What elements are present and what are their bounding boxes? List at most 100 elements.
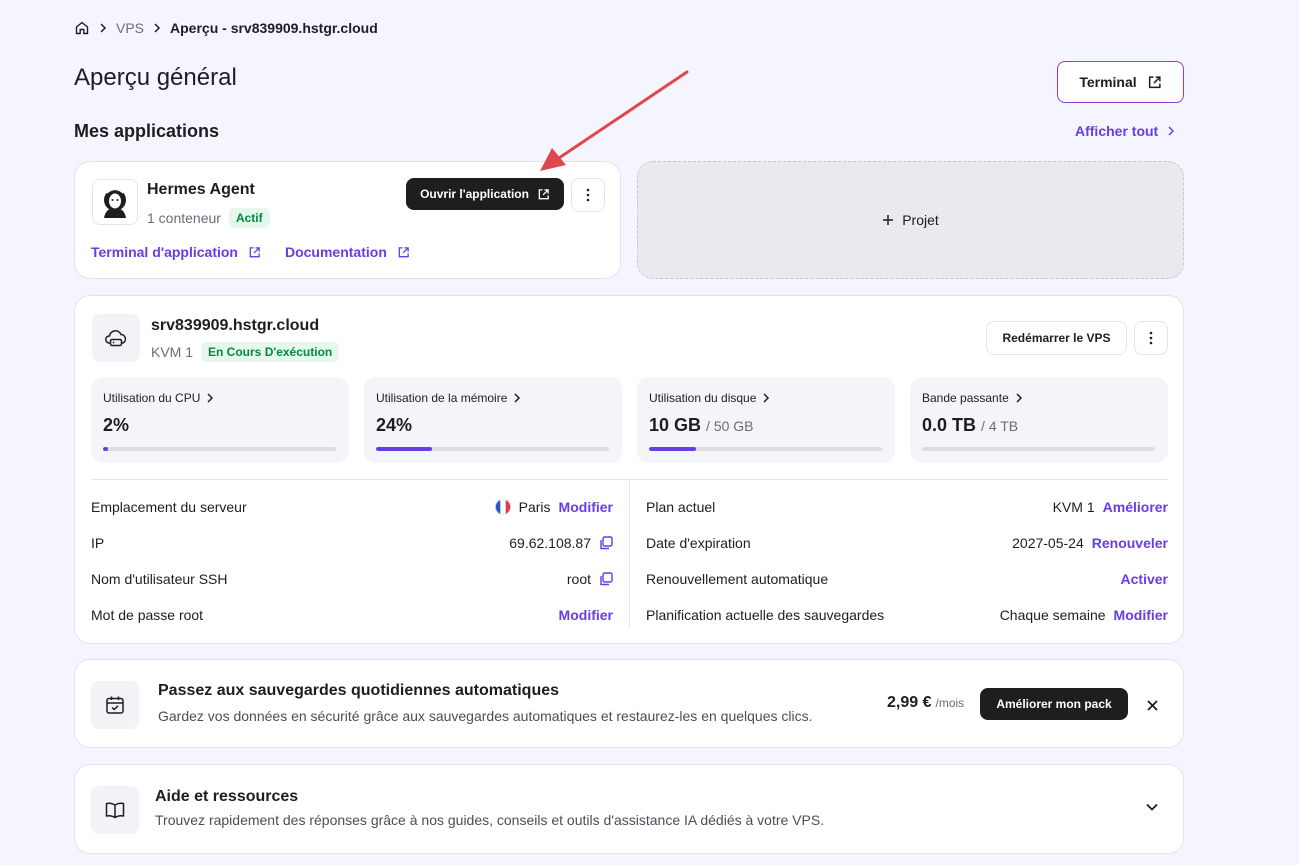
ip-label: IP [91, 535, 105, 551]
change-backup-link[interactable]: Modifier [1114, 607, 1168, 623]
app-logo [92, 179, 138, 225]
add-project-label: Projet [902, 212, 939, 228]
show-all-link[interactable]: Afficher tout [1075, 123, 1176, 139]
ip-row: IP 69.62.108.87 [91, 531, 613, 555]
metric-value: 10 GB [649, 415, 702, 435]
backup-schedule-label: Planification actuelle des sauvegardes [646, 607, 885, 623]
renew-link[interactable]: Renouveler [1092, 535, 1168, 551]
change-password-link[interactable]: Modifier [559, 607, 613, 623]
memory-usage-fill [376, 447, 432, 451]
app-links: Terminal d'application Documentation [91, 244, 410, 260]
bandwidth-label: Bande passante [922, 391, 1023, 405]
app-terminal-label: Terminal d'application [91, 244, 238, 260]
app-meta: 1 conteneur Actif [147, 208, 270, 228]
app-more-button[interactable] [571, 178, 605, 212]
backup-upsell-banner: Passez aux sauvegardes quotidiennes auto… [74, 659, 1184, 748]
plan-label: Plan actuel [646, 499, 716, 515]
copy-icon[interactable] [599, 536, 613, 550]
app-terminal-link[interactable]: Terminal d'application [91, 244, 261, 260]
app-card: Hermes Agent 1 conteneur Actif Ouvrir l'… [74, 161, 621, 279]
upsell-title: Passez aux sauvegardes quotidiennes auto… [158, 682, 560, 699]
documentation-label: Documentation [284, 244, 387, 260]
server-meta: KVM 1 En Cours D'exécution [151, 342, 340, 362]
auto-renew-label: Renouvellement automatique [646, 571, 829, 587]
restart-vps-button[interactable]: Redémarrer le VPS [986, 321, 1127, 355]
terminal-button-label: Terminal [1079, 74, 1137, 90]
memory-usage-bar [376, 447, 609, 451]
container-count: 1 conteneur [147, 210, 221, 226]
calendar-check-icon [91, 681, 139, 729]
close-icon[interactable] [1140, 693, 1164, 717]
disk-usage-card[interactable]: Utilisation du disque 10 GB / 50 GB [637, 377, 895, 463]
location-label: Emplacement du serveur [91, 499, 247, 515]
upsell-description: Gardez vos données en sécurité grâce aux… [158, 708, 813, 724]
divider [629, 481, 630, 627]
breadcrumb-vps[interactable]: VPS [116, 20, 144, 36]
expiration-label: Date d'expiration [646, 535, 751, 551]
chevron-down-icon[interactable] [1145, 800, 1159, 814]
backup-schedule-value: Chaque semaine [999, 607, 1106, 623]
add-project-card[interactable]: Projet [637, 161, 1184, 279]
home-icon[interactable] [74, 20, 90, 36]
status-badge: Actif [228, 208, 270, 228]
metric-total: / 4 TB [981, 418, 1019, 434]
server-status-badge: En Cours D'exécution [201, 342, 340, 362]
disk-usage-label: Utilisation du disque [649, 391, 770, 405]
show-all-label: Afficher tout [1075, 123, 1159, 139]
help-resources-card[interactable]: Aide et ressources Trouvez rapidement de… [74, 764, 1184, 854]
metric-label: Bande passante [922, 391, 1009, 405]
cpu-usage-card[interactable]: Utilisation du CPU 2% [91, 377, 349, 463]
plan-row: Plan actuel KVM 1 Améliorer [646, 495, 1168, 519]
upgrade-plan-link[interactable]: Améliorer [1103, 499, 1168, 515]
chevron-right-icon [98, 23, 108, 33]
copy-icon[interactable] [599, 572, 613, 586]
expiration-row: Date d'expiration 2027-05-24 Renouveler [646, 531, 1168, 555]
bandwidth-card[interactable]: Bande passante 0.0 TB / 4 TB [910, 377, 1168, 463]
ssh-user-label: Nom d'utilisateur SSH [91, 571, 228, 587]
external-link-icon [537, 188, 550, 201]
enable-auto-renew-link[interactable]: Activer [1121, 571, 1168, 587]
disk-usage-fill [649, 447, 696, 451]
bandwidth-value: 0.0 TB / 4 TB [922, 415, 1018, 436]
auto-renew-row: Renouvellement automatique Activer [646, 567, 1168, 591]
help-description: Trouvez rapidement des réponses grâce à … [155, 812, 825, 828]
chevron-right-icon [152, 23, 162, 33]
cpu-usage-value: 2% [103, 415, 129, 436]
location-row: Emplacement du serveur Paris Modifier [91, 495, 613, 519]
change-location-link[interactable]: Modifier [559, 499, 613, 515]
metric-label: Utilisation du CPU [103, 391, 201, 405]
memory-usage-value: 24% [376, 415, 412, 436]
france-flag-icon [494, 499, 511, 515]
server-details-left: Emplacement du serveur Paris Modifier IP… [91, 495, 613, 627]
upsell-price: 2,99 € /mois [887, 694, 964, 712]
cpu-usage-fill [103, 447, 108, 451]
server-details-right: Plan actuel KVM 1 Améliorer Date d'expir… [646, 495, 1168, 627]
upgrade-pack-button[interactable]: Améliorer mon pack [980, 688, 1128, 720]
open-app-button[interactable]: Ouvrir l'application [406, 178, 564, 210]
disk-usage-value: 10 GB / 50 GB [649, 415, 754, 436]
cpu-usage-label: Utilisation du CPU [103, 391, 214, 405]
ssh-user-value: root [566, 571, 591, 587]
server-more-button[interactable] [1134, 321, 1168, 355]
help-title: Aide et ressources [155, 788, 299, 805]
more-vertical-icon [586, 188, 590, 202]
bandwidth-bar [922, 447, 1155, 451]
metric-total: / 50 GB [706, 418, 754, 434]
metric-value: 0.0 TB [922, 415, 977, 435]
memory-usage-card[interactable]: Utilisation de la mémoire 24% [364, 377, 622, 463]
documentation-link[interactable]: Documentation [285, 244, 410, 260]
terminal-button[interactable]: Terminal [1057, 61, 1184, 103]
apps-section-title: Mes applications [74, 121, 220, 141]
price-value: 2,99 € [887, 694, 932, 711]
external-link-icon [1147, 75, 1162, 90]
backup-schedule-row: Planification actuelle des sauvegardes C… [646, 603, 1168, 627]
metric-value: 2% [103, 415, 130, 435]
plan-value: KVM 1 [1052, 499, 1095, 515]
expiration-value: 2027-05-24 [1012, 535, 1084, 551]
metric-label: Utilisation de la mémoire [376, 391, 508, 405]
open-app-label: Ouvrir l'application [420, 187, 529, 201]
page-title: Aperçu général [74, 64, 237, 91]
breadcrumb-current: Aperçu - srv839909.hstgr.cloud [170, 20, 378, 36]
price-period: /mois [935, 696, 965, 710]
divider [92, 479, 1168, 480]
